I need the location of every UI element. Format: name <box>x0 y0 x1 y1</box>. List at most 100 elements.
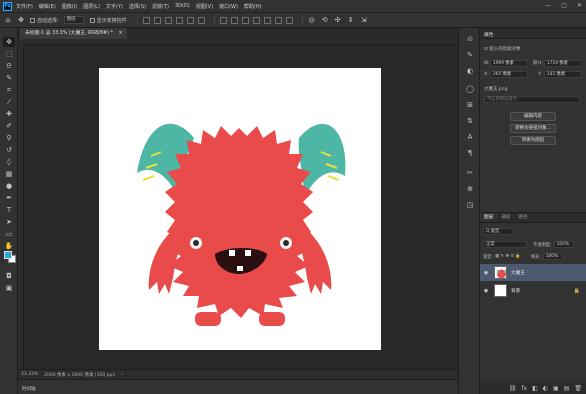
brush-settings-icon[interactable]: ✎ <box>465 50 475 60</box>
align-center-icon[interactable] <box>153 16 161 24</box>
show-transform-checkbox[interactable] <box>89 17 95 23</box>
layer-style-icon[interactable]: fx <box>521 385 527 392</box>
path-select-tool-icon[interactable]: ➤ <box>3 217 15 227</box>
gradient-tool-icon[interactable]: ▦ <box>3 169 15 179</box>
crop-tool-icon[interactable]: ⌗ <box>3 85 15 95</box>
lock-icons[interactable]: ▦ ✎ ✥ ⊡ 🔒 <box>495 254 521 259</box>
hand-tool-icon[interactable]: ✋ <box>3 241 15 251</box>
menu-image[interactable]: 图像(I) <box>62 3 77 10</box>
workspace[interactable] <box>24 45 458 369</box>
history-panel-icon[interactable]: ⎌ <box>465 34 475 44</box>
new-layer-icon[interactable]: ▤ <box>564 385 570 392</box>
navigator-icon[interactable]: ◐ <box>465 66 475 76</box>
close-icon[interactable]: ✕ <box>577 2 582 9</box>
convert-to-layers-button[interactable]: 转换为图层 <box>510 136 556 145</box>
layer-comp-select[interactable]: 不应用图层复合 <box>484 96 580 103</box>
link-layers-icon[interactable]: ⛓ <box>509 385 517 392</box>
layer-row-background[interactable]: ◉ 背景 🔒 <box>480 282 586 299</box>
menu-select[interactable]: 选择(S) <box>129 3 146 10</box>
height-field[interactable]: 1719 像素 <box>544 60 582 67</box>
brush-tool-icon[interactable]: ✐ <box>3 121 15 131</box>
distribute-top-icon[interactable] <box>252 16 260 24</box>
tab-paths[interactable]: 路径 <box>514 213 531 222</box>
distribute-middle-icon[interactable] <box>263 16 271 24</box>
screen-mode-icon[interactable]: ▣ <box>3 283 15 293</box>
tab-layers[interactable]: 图层 <box>480 213 498 222</box>
x-field[interactable]: 265 像素 <box>490 71 528 78</box>
styles-icon[interactable]: ⊞ <box>465 100 475 110</box>
minimize-icon[interactable]: — <box>545 2 551 9</box>
menu-layer[interactable]: 图层(L) <box>83 3 100 10</box>
convert-to-linked-button[interactable]: 转换为链接对象... <box>510 124 556 133</box>
pen-tool-icon[interactable]: ✒ <box>3 193 15 203</box>
close-tab-icon[interactable]: × <box>118 31 122 36</box>
delete-layer-icon[interactable]: 🗑 <box>574 385 582 392</box>
3d-rotate-icon[interactable]: ⟲ <box>321 16 329 24</box>
paragraph-icon[interactable]: ¶ <box>465 148 475 158</box>
add-mask-icon[interactable]: ◧ <box>532 385 538 392</box>
eyedropper-tool-icon[interactable]: ⁄ <box>3 97 15 107</box>
3d-scale-icon[interactable]: ⇲ <box>360 16 368 24</box>
link-icon[interactable]: ⛓ <box>532 61 538 66</box>
menu-type[interactable]: 文字(Y) <box>106 3 123 10</box>
menu-help[interactable]: 帮助(H) <box>244 3 262 10</box>
blend-mode-select[interactable]: 正常 <box>483 241 527 248</box>
visibility-eye-icon[interactable]: ◉ <box>482 288 490 294</box>
distribute-bottom-icon[interactable] <box>274 16 282 24</box>
clone-stamp-tool-icon[interactable]: ⚲ <box>3 133 15 143</box>
timeline-label[interactable]: 时间轴 <box>22 386 36 392</box>
fill-field[interactable]: 100% <box>542 253 563 260</box>
menu-filter[interactable]: 滤镜(T) <box>152 3 169 10</box>
distribute-left-icon[interactable] <box>219 16 227 24</box>
menu-window[interactable]: 窗口(W) <box>219 3 238 10</box>
zoom-level[interactable]: 33.33% <box>21 372 38 377</box>
channels-icon[interactable]: ⊕ <box>465 184 475 194</box>
tab-channels[interactable]: 通道 <box>497 213 514 222</box>
healing-brush-tool-icon[interactable]: ✚ <box>3 109 15 119</box>
marquee-tool-icon[interactable]: ⬚ <box>3 49 15 59</box>
home-icon[interactable]: ⌂ <box>4 16 12 24</box>
libraries-icon[interactable]: ◳ <box>465 200 475 210</box>
type-tool-icon[interactable]: T <box>3 205 15 215</box>
move-tool-icon[interactable]: ✥ <box>17 16 25 24</box>
opacity-field[interactable]: 100% <box>553 241 574 248</box>
quick-select-tool-icon[interactable]: ✎ <box>3 73 15 83</box>
menu-view[interactable]: 视图(V) <box>196 3 213 10</box>
layer-kind-filter[interactable]: Q 类型 <box>483 228 513 235</box>
align-middle-icon[interactable] <box>186 16 194 24</box>
photoshop-logo-icon[interactable]: Ps <box>3 1 12 11</box>
menu-edit[interactable]: 编辑(E) <box>39 3 56 10</box>
adjustment-layer-icon[interactable]: ◐ <box>543 385 548 392</box>
adjustments-icon[interactable]: ◯ <box>465 84 475 94</box>
lasso-tool-icon[interactable]: ᘓ <box>3 61 15 71</box>
status-arrow-icon[interactable]: › <box>121 372 123 377</box>
maximize-icon[interactable]: ▢ <box>561 2 567 9</box>
character-icon[interactable]: A <box>465 132 475 142</box>
auto-select-checkbox[interactable] <box>30 17 35 23</box>
layer-name[interactable]: 背景 <box>511 288 520 294</box>
rectangle-tool-icon[interactable]: ▭ <box>3 229 15 239</box>
layer-row-monster[interactable]: ◉ 大魔王 <box>480 264 586 281</box>
3d-pan-icon[interactable]: ✣ <box>334 16 342 24</box>
align-top-icon[interactable] <box>175 16 183 24</box>
menu-file[interactable]: 文件(F) <box>16 3 33 10</box>
swatches-icon[interactable]: ⇅ <box>465 116 475 126</box>
foreground-color-swatch[interactable] <box>4 251 12 259</box>
dodge-tool-icon[interactable]: ● <box>3 181 15 191</box>
eraser-tool-icon[interactable]: ◊ <box>3 157 15 167</box>
auto-select-dropdown[interactable]: 图层 <box>63 16 84 24</box>
more-options-icon[interactable] <box>285 16 293 24</box>
distribute-right-icon[interactable] <box>241 16 249 24</box>
align-right-icon[interactable] <box>164 16 172 24</box>
tool-presets-icon[interactable]: ✂ <box>465 168 475 178</box>
width-field[interactable]: 1969 像素 <box>490 60 528 67</box>
3d-slide-icon[interactable]: ⇕ <box>347 16 355 24</box>
layer-name[interactable]: 大魔王 <box>511 270 525 276</box>
visibility-eye-icon[interactable]: ◉ <box>482 270 490 276</box>
document-tab[interactable]: 未标题-1 @ 33.3% (大魔王, RGB/8#) * × <box>20 28 128 39</box>
align-left-icon[interactable] <box>142 16 150 24</box>
history-brush-tool-icon[interactable]: ↺ <box>3 145 15 155</box>
menu-3d[interactable]: 3D(D) <box>175 3 190 9</box>
document-canvas[interactable] <box>99 68 381 350</box>
3d-mode-icon[interactable]: ◎ <box>308 16 316 24</box>
